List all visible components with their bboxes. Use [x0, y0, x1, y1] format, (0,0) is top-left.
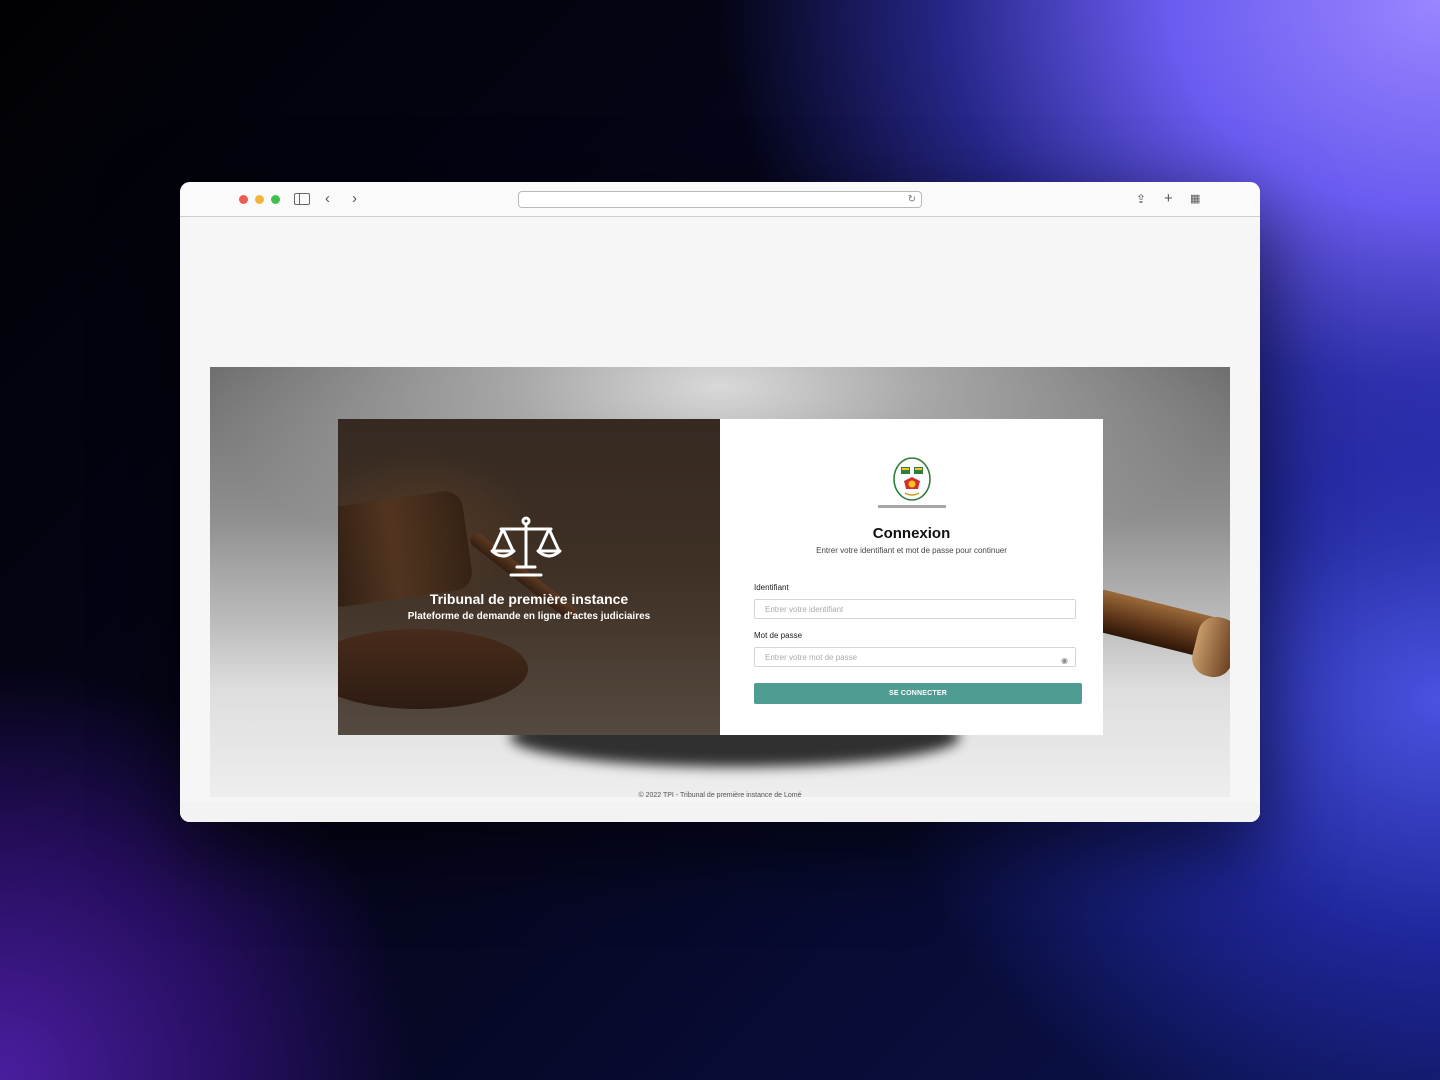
username-label: Identifiant	[754, 583, 789, 592]
login-button[interactable]: SE CONNECTER	[754, 683, 1082, 704]
address-bar[interactable]: ↻	[518, 191, 922, 208]
scales-of-justice-icon	[490, 516, 562, 577]
login-panel: Connexion Entrer votre identifiant et mo…	[720, 419, 1103, 735]
back-icon[interactable]: ‹	[325, 190, 330, 208]
info-panel: Tribunal de première instance Plateforme…	[338, 419, 720, 735]
forward-icon[interactable]: ›	[352, 190, 357, 208]
hero-background: Tribunal de première instance Plateforme…	[210, 367, 1230, 797]
share-icon[interactable]: ⇪	[1136, 190, 1146, 208]
browser-toolbar: ‹ › ↻ ⇪ + ▦	[180, 182, 1260, 217]
browser-window: ‹ › ↻ ⇪ + ▦ Tribunal de première instanc…	[180, 182, 1260, 822]
eye-icon[interactable]: ◉	[1061, 656, 1068, 665]
login-title: Connexion	[872, 525, 951, 542]
sidebar-icon[interactable]	[294, 193, 310, 205]
platform-subtitle: Plateforme de demande en ligne d'actes j…	[407, 611, 651, 622]
footer-band	[180, 802, 1260, 822]
reload-icon[interactable]: ↻	[908, 192, 916, 207]
username-input[interactable]	[754, 599, 1076, 619]
platform-title: Tribunal de première instance	[429, 591, 629, 607]
logo-caption	[878, 505, 946, 508]
tab-overview-icon[interactable]: ▦	[1190, 190, 1200, 208]
password-input[interactable]	[754, 647, 1076, 667]
login-subtitle: Entrer votre identifiant et mot de passe…	[816, 546, 1007, 555]
zoom-window-button[interactable]	[271, 195, 280, 204]
footer-copyright: © 2022 TPI - Tribunal de première instan…	[638, 792, 802, 799]
new-tab-icon[interactable]: +	[1164, 190, 1173, 208]
web-page: Tribunal de première instance Plateforme…	[180, 217, 1260, 822]
emblem-logo	[893, 457, 931, 501]
close-window-button[interactable]	[239, 195, 248, 204]
password-label: Mot de passe	[754, 631, 803, 640]
minimize-window-button[interactable]	[255, 195, 264, 204]
